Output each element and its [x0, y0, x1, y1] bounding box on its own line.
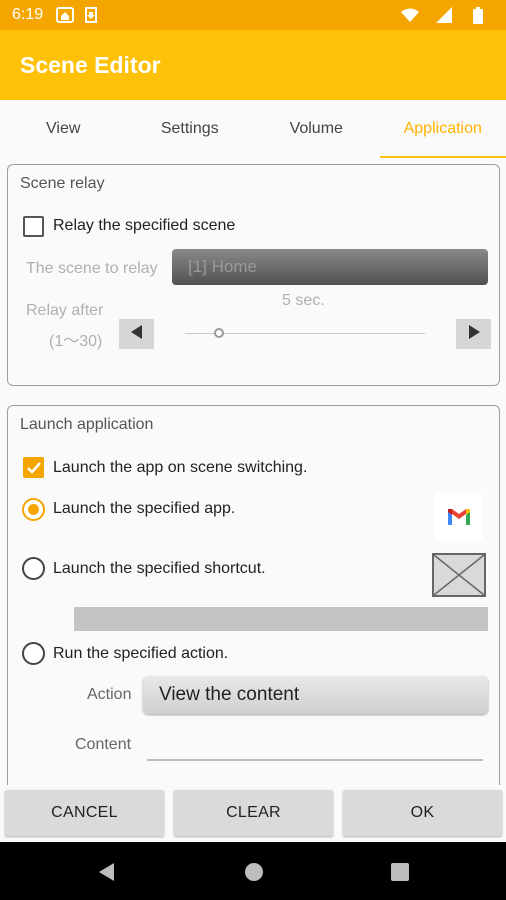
- status-bar: 6:19: [0, 0, 506, 30]
- launch-app-label[interactable]: Launch the specified app.: [53, 500, 235, 518]
- relay-checkbox-label[interactable]: Relay the specified scene: [53, 217, 235, 235]
- relay-slider-thumb[interactable]: [213, 328, 224, 338]
- ok-button[interactable]: OK: [343, 790, 502, 836]
- launch-application-panel: Launch application Launch the app on sce…: [7, 405, 500, 785]
- relay-after-range: (1〜30): [49, 333, 103, 350]
- tab-bar: View Settings Volume Application: [0, 100, 506, 158]
- scene-relay-title: Scene relay: [20, 175, 105, 192]
- content-label: Content: [75, 736, 132, 753]
- launch-shortcut-label[interactable]: Launch the specified shortcut.: [53, 560, 266, 578]
- check-icon: [27, 462, 41, 474]
- tab-settings[interactable]: Settings: [127, 100, 254, 158]
- home-nav-icon[interactable]: [242, 860, 266, 884]
- download-notification-icon: [81, 6, 101, 24]
- decrease-button[interactable]: [119, 319, 154, 349]
- arrow-left-icon: [130, 324, 143, 344]
- run-action-label[interactable]: Run the specified action.: [53, 645, 228, 663]
- wifi-icon: [400, 6, 420, 24]
- increase-button[interactable]: [456, 319, 491, 349]
- tab-volume[interactable]: Volume: [253, 100, 380, 158]
- signal-icon: [434, 6, 454, 24]
- shortcut-bar[interactable]: [74, 607, 488, 631]
- clear-button[interactable]: CLEAR: [174, 790, 333, 836]
- shortcut-placeholder-icon[interactable]: [432, 553, 486, 597]
- action-select-value: View the content: [159, 684, 300, 705]
- launch-application-title: Launch application: [20, 416, 154, 433]
- tab-application[interactable]: Application: [379, 100, 506, 158]
- scene-select[interactable]: [1] Home: [172, 249, 488, 285]
- app-title: Scene Editor: [20, 51, 161, 78]
- relay-after-value: 5 sec.: [282, 292, 325, 309]
- navigation-bar: [0, 842, 506, 900]
- radio-launch-shortcut[interactable]: [22, 557, 45, 580]
- app-bar: Scene Editor: [0, 30, 506, 100]
- cancel-button[interactable]: CANCEL: [5, 790, 164, 836]
- content-input[interactable]: [147, 759, 483, 761]
- action-select[interactable]: View the content: [143, 676, 488, 714]
- launch-checkbox-label[interactable]: Launch the app on scene switching.: [53, 459, 307, 477]
- scene-to-relay-label: The scene to relay: [26, 260, 158, 277]
- arrow-right-icon: [468, 324, 480, 344]
- back-icon[interactable]: [94, 860, 118, 884]
- battery-icon: [468, 6, 488, 24]
- status-time: 6:19: [12, 6, 44, 23]
- scene-relay-panel: Scene relay Relay the specified scene Th…: [7, 164, 500, 386]
- recents-icon[interactable]: [388, 860, 412, 884]
- launch-checkbox[interactable]: [23, 457, 44, 478]
- relay-after-label: Relay after: [26, 302, 104, 319]
- tab-view[interactable]: View: [0, 100, 127, 158]
- gmail-icon[interactable]: [435, 493, 483, 541]
- action-label: Action: [87, 686, 132, 703]
- radio-launch-app[interactable]: [22, 498, 45, 521]
- home-notification-icon: [55, 6, 75, 24]
- scene-select-value: [1] Home: [188, 257, 257, 276]
- dialog-buttons: CANCEL CLEAR OK: [0, 786, 506, 842]
- radio-run-action[interactable]: [22, 642, 45, 665]
- relay-checkbox[interactable]: [23, 216, 44, 237]
